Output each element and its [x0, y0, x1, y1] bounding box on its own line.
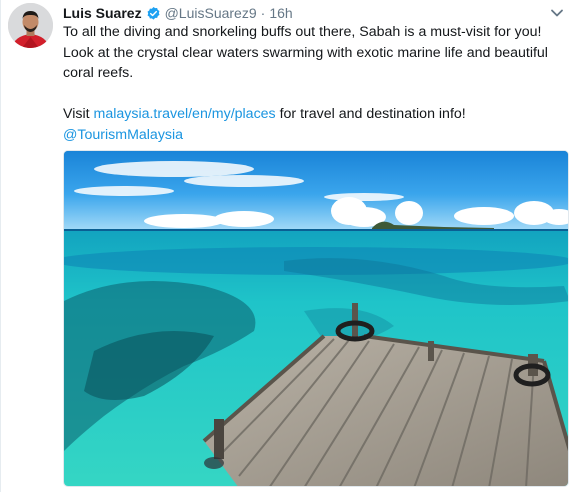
avatar[interactable] [8, 3, 53, 48]
tweet-text: To all the diving and snorkeling buffs o… [63, 22, 568, 145]
mention-line: @TourismMalaysia [63, 125, 568, 146]
tweet-text-line: To all the diving and snorkeling buffs o… [63, 24, 542, 40]
tweet-header: Luis Suarez @LuisSuarez9 · 16h [63, 3, 543, 23]
tweet-card[interactable]: Luis Suarez @LuisSuarez9 · 16h To all th… [0, 0, 583, 492]
visit-line: Visit malaysia.travel/en/my/places for t… [63, 104, 568, 125]
timestamp[interactable]: 16h [269, 5, 292, 21]
mention-link[interactable]: @TourismMalaysia [63, 127, 183, 143]
visit-prefix: Visit [63, 106, 94, 122]
travel-link[interactable]: malaysia.travel/en/my/places [94, 106, 276, 122]
author-name[interactable]: Luis Suarez [63, 5, 142, 21]
tweet-text-line: coral reefs. [63, 65, 134, 81]
tweet-text-line: Look at the crystal clear waters swarmin… [63, 44, 548, 61]
visit-suffix: for travel and destination info! [275, 106, 466, 122]
separator-dot: · [260, 5, 266, 21]
chevron-down-icon[interactable] [549, 6, 565, 18]
author-handle[interactable]: @LuisSuarez9 [165, 5, 257, 21]
verified-badge-icon [146, 6, 161, 21]
tweet-photo[interactable] [63, 150, 569, 487]
